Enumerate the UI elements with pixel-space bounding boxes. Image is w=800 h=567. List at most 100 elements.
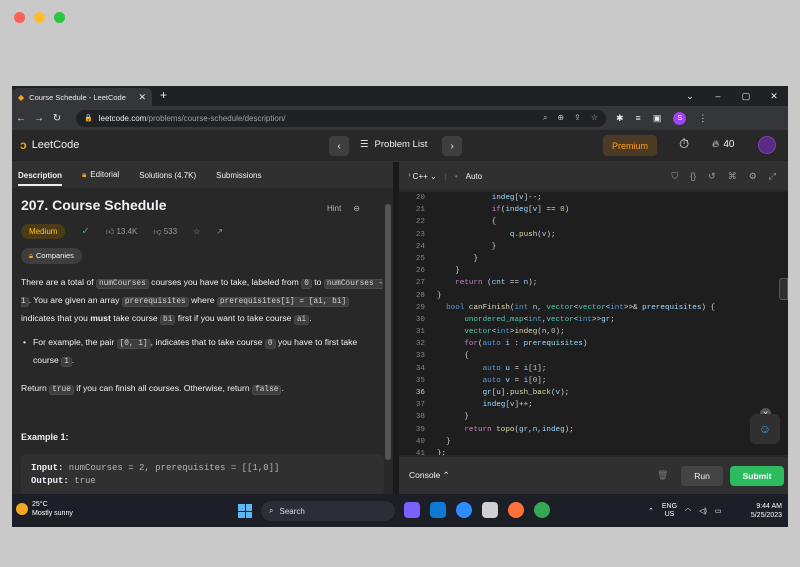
code-line[interactable]: 41};	[399, 448, 788, 455]
like-button[interactable]: 👍︎ 13.4K	[106, 227, 138, 237]
code-line[interactable]: 30 unordered_map<int,vector<int>>gr;	[399, 314, 788, 326]
dislike-button[interactable]: 👎︎ 533	[153, 227, 177, 237]
tab-search-icon[interactable]: ⌄	[676, 91, 704, 102]
code-editor[interactable]: 20 indeg[v]--; 21 if(indeg[v] == 0) 22 {23…	[399, 192, 788, 455]
code-line[interactable]: 32 for(auto i : prerequisites)	[399, 338, 788, 350]
code-line[interactable]: 33 {	[399, 350, 788, 362]
braces-icon[interactable]: {}	[690, 171, 696, 182]
weather-widget[interactable]: 25°C Mostly sunny	[16, 500, 73, 518]
code-line[interactable]: 27 return (cnt == n);	[399, 277, 788, 289]
scrollbar-thumb[interactable]	[385, 204, 391, 460]
chat-bubble-button[interactable]: ☺	[750, 414, 780, 444]
console-toggle[interactable]: Console ⌃	[409, 470, 450, 481]
close-window-button[interactable]: ✕	[760, 91, 788, 102]
maximize-button[interactable]: ▢	[732, 91, 760, 102]
share-icon[interactable]: ⇪	[574, 113, 581, 123]
code-line[interactable]: 29 bool canFinish(int n, vector<vector<i…	[399, 302, 788, 314]
code-text: }	[437, 413, 469, 422]
wifi-icon[interactable]: ◠	[685, 507, 691, 515]
description-scrollbar[interactable]	[384, 194, 392, 494]
reload-icon[interactable]: ↻	[48, 113, 66, 124]
security-app-icon[interactable]	[482, 502, 498, 518]
tab-course-schedule[interactable]: ◆ Course Schedule - LeetCode ✕	[12, 88, 152, 106]
premium-button[interactable]: Premium	[603, 135, 657, 156]
code-line[interactable]: 34 auto u = i[1];	[399, 363, 788, 375]
bookmark-icon[interactable]: ⛉	[671, 171, 678, 182]
extensions-puzzle-icon[interactable]: ✱	[616, 113, 624, 124]
chat-app-icon[interactable]	[404, 502, 420, 518]
side-panel-icon[interactable]: ▣	[653, 113, 662, 124]
tab-submissions[interactable]: Submissions	[216, 171, 261, 180]
code-line[interactable]: 24 }	[399, 241, 788, 253]
language-select[interactable]: ⁱ C++ ⌄	[409, 172, 437, 181]
new-tab-button[interactable]: +	[160, 88, 167, 102]
panel-resize-handle[interactable]	[779, 278, 788, 300]
close-dot[interactable]	[14, 12, 25, 23]
minimize-dot[interactable]	[34, 12, 45, 23]
tab-description[interactable]: Description	[18, 171, 63, 186]
code-line[interactable]: 38 }	[399, 411, 788, 423]
minimize-button[interactable]: –	[704, 91, 732, 101]
code-line[interactable]: 26 }	[399, 265, 788, 277]
next-problem-button[interactable]: ›	[442, 136, 462, 156]
code-line[interactable]: 21 if(indeg[v] == 0)	[399, 204, 788, 216]
shortcut-icon[interactable]: ⌘	[728, 171, 737, 182]
code-line[interactable]: 28}	[399, 290, 788, 302]
code-line[interactable]: 40 }	[399, 436, 788, 448]
omnibox-icons: ⌕ ⊕ ⇪ ☆	[543, 113, 598, 123]
share-icon[interactable]: ↗	[216, 227, 223, 236]
chrome-icon[interactable]	[534, 502, 550, 518]
battery-icon[interactable]: ▭	[715, 507, 722, 515]
tab-close-icon[interactable]: ✕	[138, 92, 146, 103]
tab-editorial[interactable]: 🔒︎ Editorial	[82, 170, 119, 180]
zoom-app-icon[interactable]	[456, 502, 472, 518]
forward-arrow-icon[interactable]: →	[30, 113, 48, 124]
search-icon[interactable]: ⌕	[543, 113, 547, 123]
tab-solutions[interactable]: Solutions (4.7K)	[139, 171, 196, 180]
bookmark-star-icon[interactable]: ☆	[591, 113, 598, 123]
code-line[interactable]: 22 {	[399, 216, 788, 228]
chevron-down-icon: ⌄	[430, 171, 437, 181]
windows-start-icon[interactable]	[238, 504, 252, 518]
code-line[interactable]: 23 q.push(v);	[399, 229, 788, 241]
code-text: indeg[v]++;	[482, 401, 533, 410]
reading-list-icon[interactable]: ≡	[636, 113, 641, 123]
code-line[interactable]: 36 gr[u].push_back(v);	[399, 387, 788, 399]
back-arrow-icon[interactable]: ←	[12, 113, 30, 124]
problem-list-button[interactable]: ☰ Problem List	[360, 139, 427, 150]
volume-icon[interactable]: ◁)	[699, 507, 707, 515]
chevron-up-icon[interactable]: ⌃	[648, 507, 654, 515]
trash-icon[interactable]: 🗑︎	[657, 470, 668, 481]
fullscreen-icon[interactable]: ⤢	[769, 171, 776, 182]
user-avatar[interactable]	[758, 136, 776, 154]
reset-icon[interactable]: ↺	[708, 171, 716, 182]
companies-tag[interactable]: 🔒︎ Companies	[21, 248, 82, 264]
leetcode-logo[interactable]: ↄ LeetCode	[20, 138, 79, 152]
streak-counter[interactable]: 🔥︎ 40	[712, 139, 734, 150]
taskbar-search[interactable]: ⌕ Search	[261, 501, 395, 521]
firefox-icon[interactable]	[508, 502, 524, 518]
zoom-dot[interactable]	[54, 12, 65, 23]
favorite-star-icon[interactable]: ☆	[193, 227, 200, 236]
mode-label[interactable]: Auto	[466, 172, 482, 181]
code-line[interactable]: 35 auto v = i[0];	[399, 375, 788, 387]
code-line[interactable]: 39 return topo(gr,n,indeg);	[399, 424, 788, 436]
clock[interactable]: 9:44 AM 5/25/2023	[751, 502, 782, 520]
vscode-icon[interactable]	[430, 502, 446, 518]
prev-problem-button[interactable]: ‹	[329, 136, 349, 156]
language-indicator[interactable]: ENG US	[662, 503, 677, 519]
code-line[interactable]: 37 indeg[v]++;	[399, 399, 788, 411]
more-options-icon[interactable]: ⊖	[353, 204, 360, 213]
settings-gear-icon[interactable]: ⚙	[749, 171, 757, 182]
timer-icon[interactable]: ⏱	[679, 136, 689, 152]
submit-button[interactable]: Submit	[730, 466, 784, 486]
hint-button[interactable]: Hint	[327, 204, 341, 213]
profile-avatar[interactable]: S	[673, 111, 687, 125]
more-menu-icon[interactable]: ⋮	[698, 113, 707, 124]
zoom-icon[interactable]: ⊕	[557, 113, 564, 123]
code-line[interactable]: 31 vector<int>indeg(n,0);	[399, 326, 788, 338]
run-button[interactable]: Run	[681, 466, 723, 486]
url-field[interactable]: 🔒 leetcode.com /problems/course-schedule…	[76, 109, 606, 127]
code-line[interactable]: 25 }	[399, 253, 788, 265]
code-line[interactable]: 20 indeg[v]--;	[399, 192, 788, 204]
